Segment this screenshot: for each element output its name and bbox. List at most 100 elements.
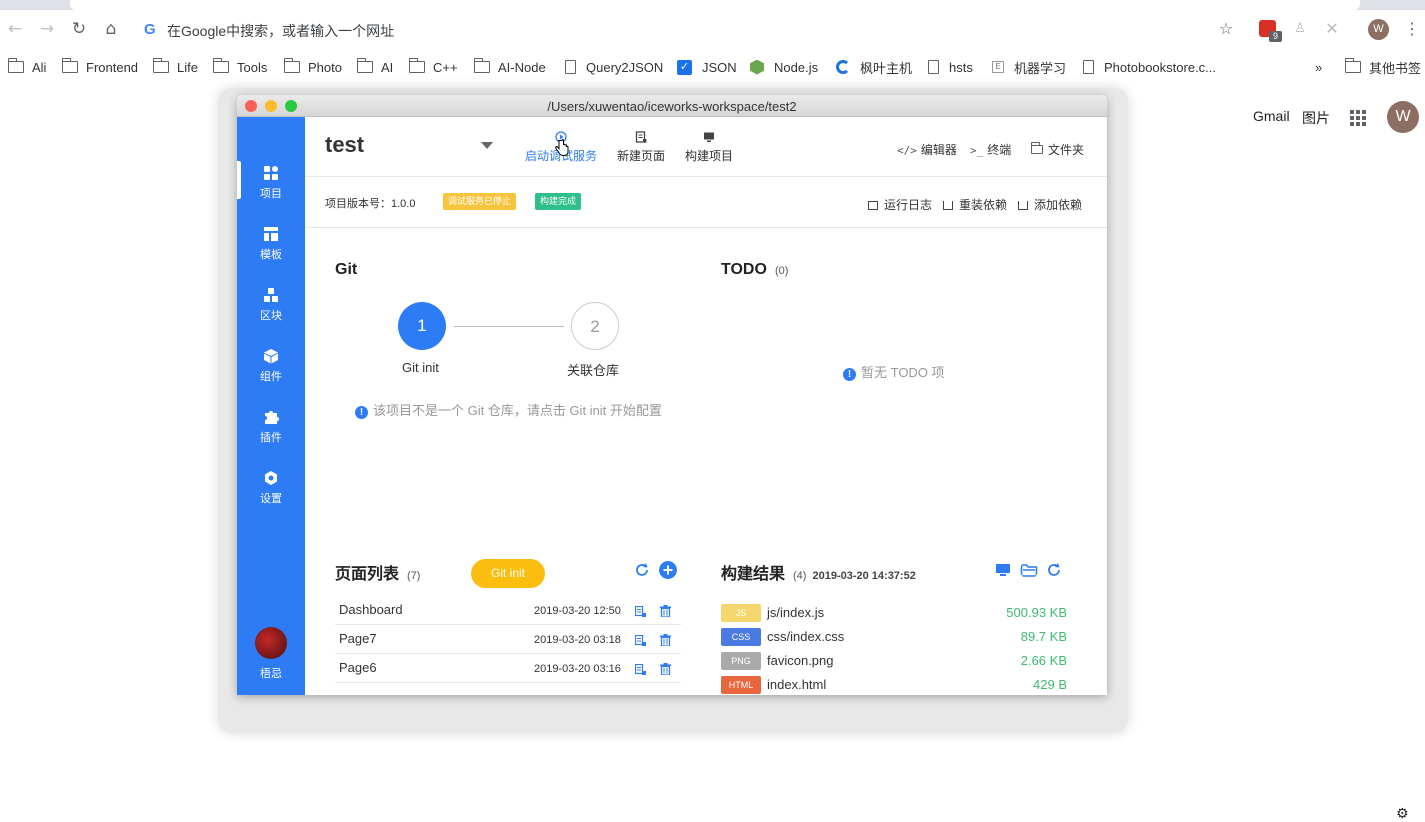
bookmark-label: AI: [381, 59, 394, 75]
page-row: Dashboard 2019-03-20 12:50: [335, 596, 681, 625]
bookmark-ali[interactable]: Ali: [7, 58, 46, 76]
delete-icon[interactable]: [660, 605, 671, 617]
add-deps-button[interactable]: 添加依赖: [1018, 196, 1082, 213]
sidebar-label: 区块: [260, 310, 282, 322]
window-title: /Users/xuwentao/iceworks-workspace/test2: [547, 99, 797, 114]
new-page-button[interactable]: 新建页面: [617, 131, 665, 164]
build-icon: [704, 132, 714, 142]
file-type-badge: CSS: [721, 628, 761, 646]
file-type-badge: HTML: [721, 676, 761, 694]
bookmark-json[interactable]: ✓ JSON: [677, 58, 737, 76]
back-icon[interactable]: ←: [5, 19, 25, 39]
sidebar-item-blocks[interactable]: 区块: [237, 283, 305, 333]
edit-page-icon[interactable]: [635, 635, 646, 646]
file-name: index.html: [767, 677, 827, 692]
folder-icon: [7, 58, 24, 73]
bookmark-hsts[interactable]: hsts: [928, 58, 973, 76]
sidebar-item-plugins[interactable]: 插件: [237, 405, 305, 455]
other-bookmarks[interactable]: 其他书签: [1344, 58, 1421, 76]
bookmark-query2json[interactable]: Query2JSON: [565, 58, 663, 76]
menu-icon[interactable]: ⋮: [1402, 19, 1422, 39]
file-type-badge: JS: [721, 604, 761, 622]
action-label: 终端: [987, 143, 1012, 157]
profile-avatar[interactable]: W: [1368, 19, 1389, 40]
run-log-button[interactable]: 运行日志: [868, 196, 932, 213]
bookmark-photo[interactable]: Photo: [283, 58, 342, 76]
star-icon[interactable]: ☆: [1216, 19, 1236, 39]
file-size: 2.66 KB: [1020, 653, 1067, 668]
bookmark-ml[interactable]: E 机器学习: [992, 58, 1066, 76]
refresh-build-icon[interactable]: [1045, 561, 1063, 579]
extension-icon[interactable]: ♙: [1290, 19, 1310, 39]
folder-icon: [473, 58, 490, 73]
edit-page-icon[interactable]: [635, 664, 646, 675]
add-page-icon[interactable]: [659, 561, 677, 579]
refresh-icon[interactable]: [633, 561, 651, 579]
todo-empty-text: 暂无 TODO 项: [861, 365, 945, 380]
dashboard-icon: [264, 166, 278, 180]
build-title-text: 构建结果: [721, 566, 786, 583]
edit-page-icon[interactable]: [635, 606, 646, 617]
omnibox[interactable]: G 在Google中搜索，或者输入一个网址: [140, 14, 1210, 44]
sidebar-item-settings[interactable]: 设置: [237, 466, 305, 516]
bookmarks-overflow[interactable]: »: [1315, 58, 1322, 76]
bookmark-frontend[interactable]: Frontend: [61, 58, 138, 76]
delete-icon[interactable]: [660, 663, 671, 675]
reinstall-deps-button[interactable]: 重装依赖: [943, 196, 1007, 213]
bookmark-tools[interactable]: Tools: [212, 58, 267, 76]
todo-title: TODO (0): [721, 261, 788, 279]
folder-icon: [408, 58, 425, 73]
bookmark-photobookstore[interactable]: Photobookstore.c...: [1083, 58, 1216, 76]
bookmark-life[interactable]: Life: [152, 58, 198, 76]
todo-count: (0): [774, 265, 789, 277]
account-avatar[interactable]: W: [1387, 101, 1419, 133]
hand-cursor-icon: [555, 139, 569, 156]
forward-icon[interactable]: →: [37, 19, 57, 39]
bookmark-cpp[interactable]: C++: [408, 58, 458, 76]
log-icon: [868, 201, 878, 210]
bookmark-ai[interactable]: AI: [356, 58, 394, 76]
editor-button[interactable]: </> 编辑器: [897, 141, 957, 158]
git-hint: ! 该项目不是一个 Git 仓库，请点击 Git init 开始配置: [355, 399, 665, 422]
reinstall-icon: [943, 201, 953, 210]
reload-icon[interactable]: ↻: [69, 19, 89, 39]
page-name[interactable]: Dashboard: [339, 602, 403, 617]
page-list-title: 页面列表 (7): [335, 560, 420, 584]
sidebar-item-components[interactable]: 组件: [237, 344, 305, 394]
page-icon: [928, 60, 939, 74]
info-icon: !: [355, 406, 368, 419]
close-extension-icon[interactable]: ✕: [1322, 19, 1342, 39]
bookmark-nodejs[interactable]: Node.js: [750, 58, 818, 76]
user-avatar[interactable]: [255, 627, 287, 659]
active-tab[interactable]: [70, 0, 1360, 10]
apps-grid-icon[interactable]: [1350, 110, 1366, 126]
git-init-button[interactable]: Git init: [471, 559, 545, 588]
build-project-button[interactable]: 构建项目: [685, 131, 733, 164]
gear-icon: [265, 471, 277, 485]
page-name[interactable]: Page6: [339, 660, 377, 675]
folder-button[interactable]: 文件夹: [1030, 141, 1085, 158]
delete-icon[interactable]: [660, 634, 671, 646]
chevron-down-icon[interactable]: [481, 142, 493, 149]
action-label: 文件夹: [1048, 143, 1085, 157]
title-bar: /Users/xuwentao/iceworks-workspace/test2: [237, 95, 1107, 117]
sidebar-item-project[interactable]: 项目: [237, 161, 305, 211]
gmail-link[interactable]: Gmail: [1253, 108, 1290, 124]
bookmark-maple[interactable]: 枫叶主机: [836, 58, 912, 76]
page-name[interactable]: Page7: [339, 631, 377, 646]
main-content: test 启动调试服务 新建页面 构建项目 </> 编辑器 >_ 终端 文件夹 项目…: [305, 117, 1107, 695]
action-label: 添加依赖: [1034, 198, 1083, 212]
bookmark-ai-node[interactable]: AI-Node: [473, 58, 546, 76]
build-monitor-icon[interactable]: [994, 561, 1012, 579]
terminal-button[interactable]: >_ 终端: [970, 141, 1011, 158]
folder-icon: [1030, 142, 1043, 154]
folder-icon: [283, 58, 300, 73]
gear-icon[interactable]: ⚙: [1396, 806, 1409, 822]
project-name[interactable]: test: [325, 132, 364, 158]
images-link[interactable]: 图片: [1302, 108, 1330, 128]
sidebar-item-template[interactable]: 模板: [237, 222, 305, 272]
open-folder-icon[interactable]: [1020, 561, 1038, 579]
build-file-row: PNG favicon.png 2.66 KB: [721, 651, 1067, 675]
home-icon[interactable]: ⌂: [101, 19, 121, 39]
git-title: Git: [335, 261, 358, 278]
